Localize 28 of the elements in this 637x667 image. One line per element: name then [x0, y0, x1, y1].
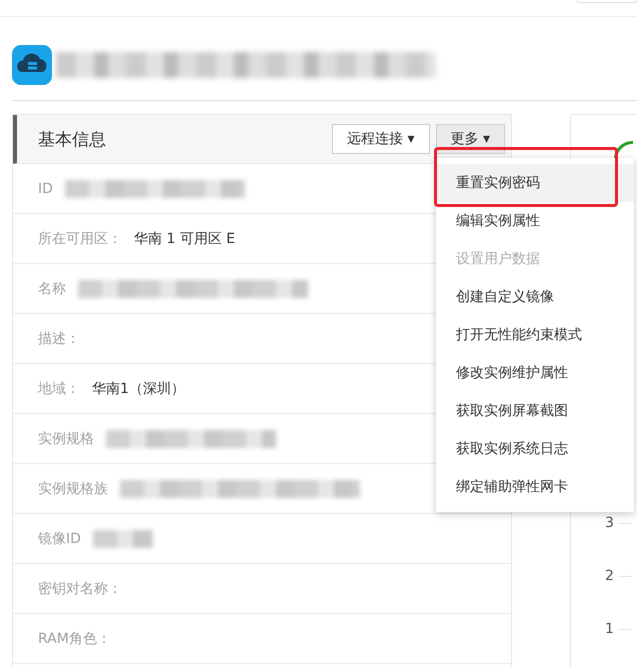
- field-label: RAM角色：: [38, 630, 111, 648]
- field-label: 描述：: [38, 330, 80, 348]
- axis-tick: 3: [605, 515, 614, 531]
- field-label: 地域：: [38, 380, 80, 398]
- menu-item[interactable]: 获取实例屏幕截图: [436, 392, 634, 430]
- remote-connect-button[interactable]: 远程连接 ▾: [332, 124, 430, 154]
- axis-tick: 2: [605, 568, 614, 584]
- axis-tick: 1: [605, 621, 614, 637]
- field-label: ID: [38, 180, 53, 196]
- field-value: 华南 1 可用区 E: [134, 230, 236, 248]
- menu-item[interactable]: 编辑实例属性: [436, 202, 634, 240]
- redacted-value: [92, 530, 153, 548]
- menu-item[interactable]: 重置实例密码: [436, 164, 634, 202]
- field-label: 实例规格族: [38, 480, 108, 498]
- menu-item[interactable]: 打开无性能约束模式: [436, 316, 634, 354]
- cloud-server-icon: [12, 45, 52, 85]
- field-value: 华南1（深圳）: [92, 380, 185, 398]
- field-label: 所在可用区：: [38, 230, 122, 248]
- menu-item[interactable]: 创建自定义镜像: [436, 278, 634, 316]
- panel-title: 基本信息: [38, 128, 107, 150]
- field-label: 密钥对名称：: [38, 580, 122, 598]
- menu-item[interactable]: 修改实例维护属性: [436, 354, 634, 392]
- field-label: 实例规格: [38, 430, 94, 448]
- more-button[interactable]: 更多 ▾: [436, 124, 505, 154]
- field-label: 镜像ID: [38, 530, 81, 548]
- field-label: 名称: [38, 280, 66, 298]
- menu-item[interactable]: 获取实例系统日志: [436, 430, 634, 468]
- menu-item[interactable]: 绑定辅助弹性网卡: [436, 468, 634, 506]
